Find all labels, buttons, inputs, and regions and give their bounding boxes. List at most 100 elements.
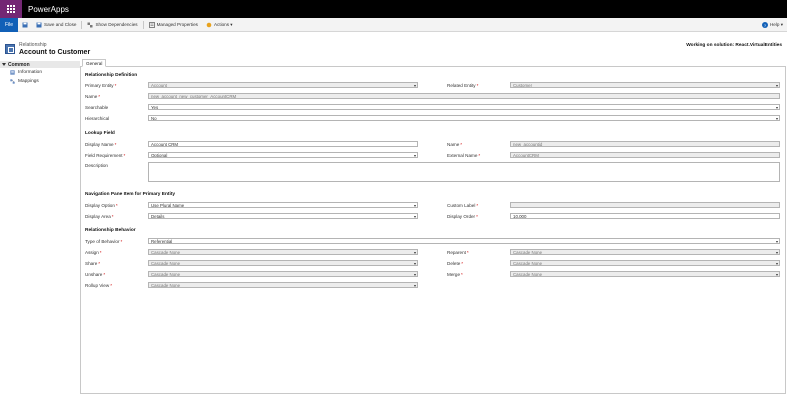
required-marker: * xyxy=(466,250,469,255)
save-and-close-button[interactable]: Save and Close xyxy=(32,18,80,32)
description-label: Description xyxy=(85,163,108,168)
primary-entity-label: Primary Entity* xyxy=(85,83,117,88)
show-dependencies-button[interactable]: Show Dependencies xyxy=(83,18,141,32)
lookup-name-label: Name* xyxy=(447,142,463,147)
file-button[interactable]: File xyxy=(0,17,18,32)
hierarchical-label: Hierarchical xyxy=(85,116,110,121)
lookup-display-name-label: Display Name* xyxy=(85,142,117,147)
unshare-label: Unshare* xyxy=(85,272,106,277)
searchable-select[interactable]: Yes xyxy=(148,104,780,110)
form-content: General Relationship Definition Primary … xyxy=(80,59,786,394)
ribbon-separator xyxy=(142,20,144,29)
top-bar: PowerApps xyxy=(0,0,787,18)
rollup-view-select[interactable]: Cascade None xyxy=(148,282,418,288)
required-marker: * xyxy=(103,272,106,277)
save-icon xyxy=(22,22,28,27)
save-button[interactable] xyxy=(18,18,32,32)
managed-properties-button[interactable]: Managed Properties xyxy=(145,18,202,32)
external-name-field[interactable]: AccountCRM xyxy=(510,152,780,158)
merge-label: Merge* xyxy=(447,272,463,277)
delete-label: Delete* xyxy=(447,261,464,266)
relationship-icon xyxy=(5,44,15,54)
save-close-icon xyxy=(36,22,42,27)
actions-button[interactable]: Actions ▾ xyxy=(202,18,237,32)
required-marker: * xyxy=(98,94,101,99)
tab-general[interactable]: General xyxy=(82,59,107,67)
section-relationship-definition: Relationship Definition xyxy=(85,73,138,78)
nav-item-label: Mappings xyxy=(18,79,39,84)
display-option-label: Display Option* xyxy=(85,203,118,208)
required-marker: * xyxy=(476,83,479,88)
required-marker: * xyxy=(115,203,118,208)
help-icon: ? xyxy=(761,22,768,28)
reparent-label: Reparent* xyxy=(447,250,469,255)
display-option-select[interactable]: Use Plural Name xyxy=(148,202,418,208)
field-requirement-select[interactable]: Optional xyxy=(148,152,418,158)
help-button[interactable]: ? Help ▾ xyxy=(761,18,783,32)
solution-context: Working on solution: React.VirtualEntiti… xyxy=(686,43,782,48)
required-marker: * xyxy=(114,142,117,147)
app-title[interactable]: PowerApps xyxy=(28,5,69,14)
external-name-label: External Name* xyxy=(447,153,481,158)
nav-item-information[interactable]: Information xyxy=(0,68,80,77)
reparent-select[interactable]: Cascade None xyxy=(510,249,780,255)
share-select[interactable]: Cascade None xyxy=(148,260,418,266)
required-marker: * xyxy=(123,153,126,158)
page-title: Account to Customer xyxy=(19,49,91,56)
primary-entity-select[interactable]: Account xyxy=(148,82,418,88)
custom-label-field[interactable] xyxy=(510,202,780,208)
information-icon xyxy=(10,70,15,75)
display-area-select[interactable]: Details xyxy=(148,213,418,219)
unshare-select[interactable]: Cascade None xyxy=(148,271,418,277)
related-entity-label: Related Entity* xyxy=(447,83,479,88)
merge-select[interactable]: Cascade None xyxy=(510,271,780,277)
relationship-name-field[interactable]: new_account_new_customer_AccountCRM xyxy=(148,93,780,99)
properties-icon xyxy=(148,21,155,28)
relationship-name-label: Name* xyxy=(85,94,101,99)
command-ribbon: File Save and Close Show Dependencies Ma… xyxy=(0,17,787,32)
required-marker: * xyxy=(478,153,481,158)
share-label: Share* xyxy=(85,261,101,266)
actions-icon xyxy=(206,22,212,27)
field-requirement-label: Field Requirement* xyxy=(85,153,126,158)
help-label: Help ▾ xyxy=(769,22,783,27)
hierarchical-select[interactable]: No xyxy=(148,115,780,121)
nav-section-common[interactable]: Common xyxy=(0,61,80,68)
required-marker: * xyxy=(111,214,114,219)
required-marker: * xyxy=(99,250,102,255)
type-of-behavior-label: Type of Behavior* xyxy=(85,239,123,244)
related-entity-select[interactable]: Customer xyxy=(510,82,780,88)
mappings-icon xyxy=(10,79,15,84)
app-launcher-button[interactable] xyxy=(0,0,22,18)
lookup-name-field[interactable]: new_accountid xyxy=(510,141,780,147)
required-marker: * xyxy=(114,83,117,88)
delete-select[interactable]: Cascade None xyxy=(510,260,780,266)
display-area-label: Display Area* xyxy=(85,214,114,219)
left-navigation: Common Information Mappings xyxy=(0,61,80,404)
assign-select[interactable]: Cascade None xyxy=(148,249,418,255)
nav-item-label: Information xyxy=(18,70,42,75)
assign-label: Assign* xyxy=(85,250,102,255)
description-textarea[interactable] xyxy=(148,162,780,182)
record-type: Relationship xyxy=(19,42,47,48)
dependencies-icon xyxy=(87,22,93,27)
nav-section-label: Common xyxy=(8,61,30,68)
general-tab-panel: Relationship Definition Primary Entity* … xyxy=(80,66,786,394)
section-relationship-behavior: Relationship Behavior xyxy=(85,228,136,233)
lookup-display-name-field[interactable]: Account CRM xyxy=(148,141,418,147)
save-and-close-label: Save and Close xyxy=(44,22,77,27)
ribbon-separator xyxy=(81,20,83,29)
nav-item-mappings[interactable]: Mappings xyxy=(0,77,80,86)
custom-label-label: Custom Label* xyxy=(447,203,479,208)
section-navigation-pane: Navigation Pane Item for Primary Entity xyxy=(85,192,176,197)
required-marker: * xyxy=(98,261,101,266)
required-marker: * xyxy=(120,239,123,244)
rollup-view-label: Rollup View* xyxy=(85,283,112,288)
display-order-field[interactable]: 10,000 xyxy=(510,213,780,219)
required-marker: * xyxy=(460,142,463,147)
required-marker: * xyxy=(461,261,464,266)
type-of-behavior-select[interactable]: Referential xyxy=(148,238,780,244)
required-marker: * xyxy=(110,283,112,288)
section-lookup-field: Lookup Field xyxy=(85,131,115,136)
managed-properties-label: Managed Properties xyxy=(156,22,198,27)
